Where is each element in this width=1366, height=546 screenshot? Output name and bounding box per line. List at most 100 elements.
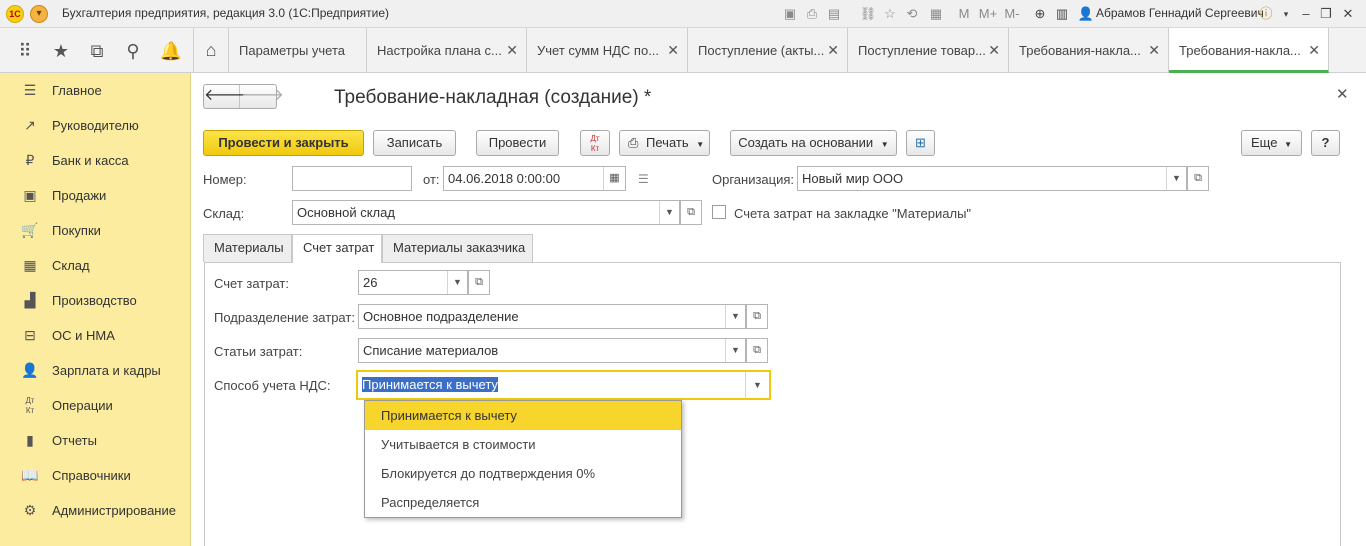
sidebar-item-bank[interactable]: ₽ Банк и касса [0, 143, 191, 178]
save-button[interactable]: Записать [373, 130, 456, 156]
vat-option-in-cost[interactable]: Учитывается в стоимости [365, 430, 681, 459]
close-tab-icon[interactable]: ✕ [506, 28, 518, 73]
vat-method-field[interactable]: Принимается к вычету ▼ [356, 370, 771, 400]
tab-requisition-new[interactable]: Требования-накла... ✕ [1169, 28, 1329, 73]
close-form-icon[interactable]: ✕ [1336, 85, 1349, 103]
help-button[interactable]: ? [1311, 130, 1340, 156]
person-icon: 👤 [21, 362, 39, 378]
chevron-down-icon[interactable]: ▾ [1276, 4, 1296, 24]
sidebar-item-production[interactable]: ▟ Производство [0, 283, 191, 318]
home-icon[interactable]: ⌂ [193, 28, 229, 73]
tab-receipt-goods[interactable]: Поступление товар... ✕ [848, 28, 1009, 73]
memory-plus-icon[interactable]: M+ [978, 4, 998, 24]
sidebar-item-sales[interactable]: ▣ Продажи [0, 178, 191, 213]
minimize-icon[interactable]: – [1296, 4, 1316, 24]
dt-kt-button[interactable]: Дт Кт [580, 130, 610, 156]
close-tab-icon[interactable]: ✕ [827, 28, 839, 73]
favorites-star-icon[interactable]: ★ [44, 34, 78, 68]
post-and-close-button[interactable]: Провести и закрыть [203, 130, 364, 156]
cost-account-value: 26 [363, 275, 378, 290]
sidebar-item-payroll[interactable]: 👤 Зарплата и кадры [0, 353, 191, 388]
current-user[interactable]: Абрамов Геннадий Сергеевич [1096, 6, 1264, 20]
sidebar-item-assets[interactable]: ⊟ ОС и НМА [0, 318, 191, 353]
tab-requisition-list[interactable]: Требования-накла... ✕ [1009, 28, 1169, 73]
nav-arrows: 🡐 🡒 [203, 84, 284, 109]
vat-option-distributed[interactable]: Распределяется [365, 488, 681, 517]
open-warehouse-icon[interactable]: ⧉ [680, 200, 702, 225]
back-arrow-icon[interactable]: 🡐 [204, 85, 247, 108]
open-cost-items-icon[interactable]: ⧉ [746, 338, 768, 363]
info-icon[interactable]: ⓘ [1256, 4, 1276, 24]
chart-trend-icon: ↗ [24, 117, 36, 133]
comment-lines-icon[interactable]: ☰ [638, 172, 649, 186]
factory-icon: ▟ [24, 292, 36, 308]
calendar-icon[interactable]: ▦ [603, 167, 625, 190]
open-organization-icon[interactable]: ⧉ [1187, 166, 1209, 191]
sidebar-item-warehouse[interactable]: ▦ Склад [0, 248, 191, 283]
panels-icon[interactable]: ▥ [1052, 4, 1072, 24]
open-cost-account-icon[interactable]: ⧉ [468, 270, 490, 295]
apps-grid-icon[interactable]: ⠿ [8, 34, 42, 68]
print-icon[interactable]: ⎙ [802, 4, 822, 24]
memory-minus-icon[interactable]: M- [1002, 4, 1022, 24]
cost-accounts-checkbox[interactable] [712, 205, 726, 219]
chevron-down-icon[interactable]: ▼ [725, 305, 745, 328]
warehouse-field[interactable]: Основной склад ▼ [292, 200, 680, 225]
save-icon[interactable]: ▣ [780, 4, 800, 24]
sidebar-item-admin[interactable]: ⚙ Администрирование [0, 493, 191, 528]
star-icon[interactable]: ☆ [880, 4, 900, 24]
vat-option-deductible[interactable]: Принимается к вычету [365, 401, 681, 430]
more-button[interactable]: Еще ▼ [1241, 130, 1302, 156]
cost-items-field[interactable]: Списание материалов ▼ [358, 338, 746, 363]
main-menu-button[interactable]: ▾ [30, 5, 48, 23]
preview-icon[interactable]: ▤ [824, 4, 844, 24]
cost-account-field[interactable]: 26 ▼ [358, 270, 468, 295]
maximize-icon[interactable]: ❐ [1316, 4, 1336, 24]
number-field[interactable] [292, 166, 412, 191]
open-cost-department-icon[interactable]: ⧉ [746, 304, 768, 329]
tab-cost-account[interactable]: Счет затрат [292, 234, 382, 263]
tab-receipt-acts[interactable]: Поступление (акты... ✕ [688, 28, 848, 73]
sidebar-item-reports[interactable]: ▮ Отчеты [0, 423, 191, 458]
notifications-bell-icon[interactable]: 🔔 [154, 34, 188, 68]
tab-label: Поступление (акты... [698, 43, 825, 58]
chevron-down-icon[interactable]: ▼ [725, 339, 745, 362]
sidebar-item-director[interactable]: ↗ Руководителю [0, 108, 191, 143]
tab-materials[interactable]: Материалы [203, 234, 292, 262]
sidebar-item-main[interactable]: ☰ Главное [0, 73, 191, 108]
history-icon[interactable]: ⟲ [902, 4, 922, 24]
close-tab-icon[interactable]: ✕ [1308, 28, 1320, 70]
memory-icon[interactable]: M [954, 4, 974, 24]
chevron-down-icon[interactable]: ▼ [659, 201, 679, 224]
organization-field[interactable]: Новый мир ООО ▼ [797, 166, 1187, 191]
calendar-icon[interactable]: ▦ [926, 4, 946, 24]
tab-customer-materials[interactable]: Материалы заказчика [382, 234, 533, 262]
cost-department-field[interactable]: Основное подразделение ▼ [358, 304, 746, 329]
history-icon[interactable]: ⧉ [80, 34, 114, 68]
date-field[interactable]: 04.06.2018 0:00:00 ▦ [443, 166, 626, 191]
close-tab-icon[interactable]: ✕ [1148, 28, 1160, 73]
close-tab-icon[interactable]: ✕ [988, 28, 1000, 73]
app-title: Бухгалтерия предприятия, редакция 3.0 (1… [62, 6, 390, 20]
chevron-down-icon[interactable]: ▼ [447, 271, 467, 294]
sidebar-item-catalogs[interactable]: 📖 Справочники [0, 458, 191, 493]
cost-accounts-checkbox-label[interactable]: Счета затрат на закладке "Материалы" [734, 206, 971, 221]
vat-option-blocked[interactable]: Блокируется до подтверждения 0% [365, 459, 681, 488]
forward-arrow-icon[interactable]: 🡒 [241, 85, 284, 108]
sidebar-item-operations[interactable]: Дт Кт Операции [0, 388, 191, 423]
tab-params[interactable]: Параметры учета [229, 28, 367, 73]
close-window-icon[interactable]: ✕ [1338, 4, 1358, 24]
sidebar-item-purchases[interactable]: 🛒 Покупки [0, 213, 191, 248]
zoom-icon[interactable]: ⊕ [1030, 4, 1050, 24]
print-button[interactable]: ⎙ Печать ▼ [619, 130, 710, 156]
structure-icon[interactable]: ⊞ [906, 130, 935, 156]
link-icon[interactable]: ⛓ [858, 4, 878, 24]
chevron-down-icon[interactable]: ▼ [1166, 167, 1186, 190]
chevron-down-icon[interactable]: ▼ [745, 372, 769, 398]
close-tab-icon[interactable]: ✕ [667, 28, 679, 73]
create-based-on-button[interactable]: Создать на основании ▼ [730, 130, 897, 156]
tab-vat-accounting[interactable]: Учет сумм НДС по... ✕ [527, 28, 688, 73]
tab-plan-settings[interactable]: Настройка плана с... ✕ [367, 28, 527, 73]
search-icon[interactable]: ⚲ [116, 34, 150, 68]
post-button[interactable]: Провести [476, 130, 559, 156]
